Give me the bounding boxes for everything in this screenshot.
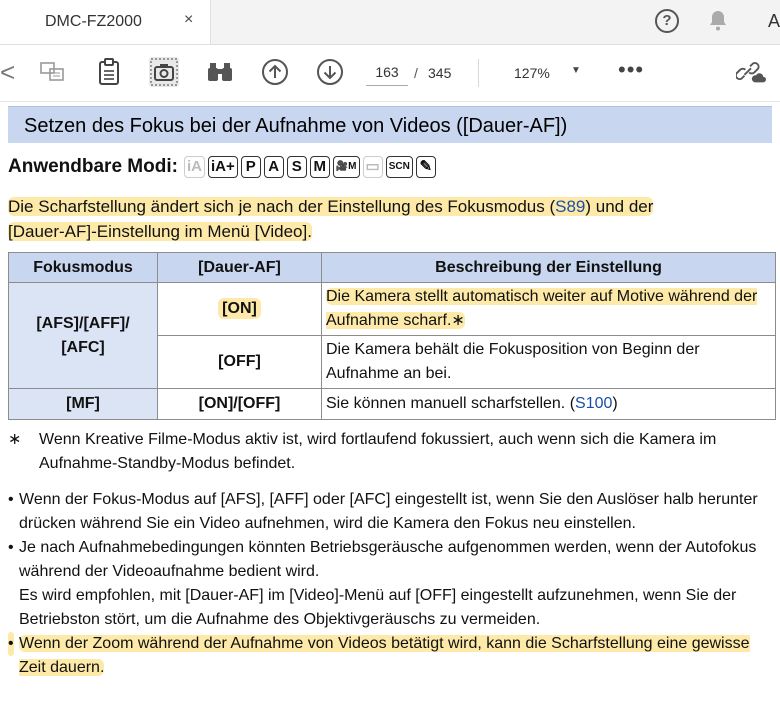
help-icon[interactable]: ?	[655, 9, 679, 33]
note-text: Wenn der Fokus-Modus auf [AFS], [AFF] od…	[19, 491, 758, 532]
page-number-input[interactable]: 163	[366, 59, 408, 86]
pdf-page: Setzen des Fokus bei der Aufnahme von Vi…	[0, 102, 780, 710]
footnote-mark: ∗	[8, 431, 22, 448]
more-options-icon[interactable]: •••	[618, 57, 644, 83]
down-arrow-icon[interactable]	[315, 57, 345, 87]
focus-settings-table: Fokusmodus [Dauer-AF] Beschreibung der E…	[8, 252, 776, 420]
mode-scn-icon: SCN	[385, 156, 413, 178]
mode-s-icon: S	[286, 156, 307, 178]
mode-creative-video-icon: 🎥M	[332, 156, 360, 178]
close-tab-icon[interactable]: ×	[184, 11, 193, 29]
section-heading-text: Setzen des Fokus bei der Aufnahme von Vi…	[24, 115, 568, 137]
back-icon[interactable]: <	[0, 57, 15, 87]
thumbnail-icon[interactable]	[38, 57, 68, 87]
mode-m-icon: M	[309, 156, 330, 178]
note-text: Es wird empfohlen, mit [Dauer-AF] im [Vi…	[19, 587, 737, 628]
mode-p-icon: P	[240, 156, 261, 178]
intro-text-line2: [Dauer-AF]-Einstellung im Menü [Video].	[8, 222, 312, 241]
table-cell-on-off: [ON]/[OFF]	[157, 388, 322, 420]
page-link-s100[interactable]: S100	[575, 395, 612, 412]
notes-list: • Wenn der Fokus-Modus auf [AFS], [AFF] …	[8, 488, 774, 680]
binoculars-icon[interactable]	[205, 57, 235, 87]
toolbar-divider	[478, 59, 479, 87]
note-text: Je nach Aufnahmebedingungen könnten Betr…	[19, 539, 757, 580]
tab-bar: DMC-FZ2000 × ? A	[0, 0, 780, 45]
table-header-row: Fokusmodus [Dauer-AF] Beschreibung der E…	[8, 252, 776, 283]
document-tab[interactable]: DMC-FZ2000 ×	[0, 0, 211, 44]
table-cell-desc: Die Kamera behält die Fokusposition von …	[321, 335, 776, 389]
mode-ia-icon: iA	[183, 156, 205, 178]
table-header: Fokusmodus	[8, 252, 158, 283]
mode-panorama-icon: ▭	[362, 156, 383, 178]
table-cell-on: [ON]	[157, 282, 322, 336]
table-cell-mode: [AFS]/[AFF]/ [AFC]	[8, 282, 158, 389]
list-item: • Wenn der Fokus-Modus auf [AFS], [AFF] …	[8, 491, 758, 532]
list-item: • Wenn der Zoom während der Aufnahme von…	[8, 632, 774, 680]
intro-text-line1: Die Scharfstellung ändert sich je nach d…	[8, 197, 654, 216]
page-separator: /	[414, 65, 418, 81]
applicable-modes: Anwendbare Modi: iA iA+ P A S M 🎥M ▭ SCN…	[8, 154, 439, 180]
account-avatar[interactable]: A	[768, 11, 780, 32]
cloud-link-icon[interactable]	[736, 57, 766, 87]
mode-ia-plus-icon: iA+	[207, 156, 238, 178]
chevron-down-icon[interactable]: ▼	[571, 65, 581, 76]
zoom-select[interactable]: 127%	[514, 65, 550, 81]
footnote-text: Wenn Kreative Filme-Modus aktiv ist, wir…	[39, 431, 717, 472]
table-header: [Dauer-AF]	[157, 252, 322, 283]
page-link-s89[interactable]: S89	[555, 197, 585, 216]
table-cell-off: [OFF]	[157, 335, 322, 389]
mode-creative-control-icon: ✎	[415, 156, 436, 178]
tab-title: DMC-FZ2000	[45, 13, 142, 30]
note-text: Wenn der Zoom während der Aufnahme von V…	[19, 635, 750, 676]
pdf-toolbar: < 163 / 345 127% ▼ •••	[0, 45, 780, 102]
intro-paragraph: Die Scharfstellung ändert sich je nach d…	[8, 194, 772, 244]
footnote: ∗ Wenn Kreative Filme-Modus aktiv ist, w…	[8, 428, 774, 476]
table-row: [AFS]/[AFF]/ [AFC] [ON] Die Kamera stell…	[8, 282, 776, 389]
table-cell-desc: Die Kamera stellt automatisch weiter auf…	[321, 282, 776, 336]
mode-a-icon: A	[263, 156, 284, 178]
table-cell-desc: Sie können manuell scharfstellen. (S100)	[321, 388, 776, 420]
modes-label: Anwendbare Modi:	[8, 156, 178, 177]
table-row: [MF] [ON]/[OFF] Sie können manuell schar…	[8, 388, 776, 420]
list-item: • Je nach Aufnahmebedingungen könnten Be…	[8, 536, 774, 632]
bell-icon[interactable]	[706, 9, 730, 38]
camera-icon[interactable]	[149, 57, 179, 87]
clipboard-icon[interactable]	[94, 57, 124, 87]
page-total: 345	[428, 65, 452, 81]
section-heading: Setzen des Fokus bei der Aufnahme von Vi…	[8, 106, 772, 143]
table-header: Beschreibung der Einstellung	[321, 252, 776, 283]
table-cell-mode: [MF]	[8, 388, 158, 420]
up-arrow-icon[interactable]	[260, 57, 290, 87]
